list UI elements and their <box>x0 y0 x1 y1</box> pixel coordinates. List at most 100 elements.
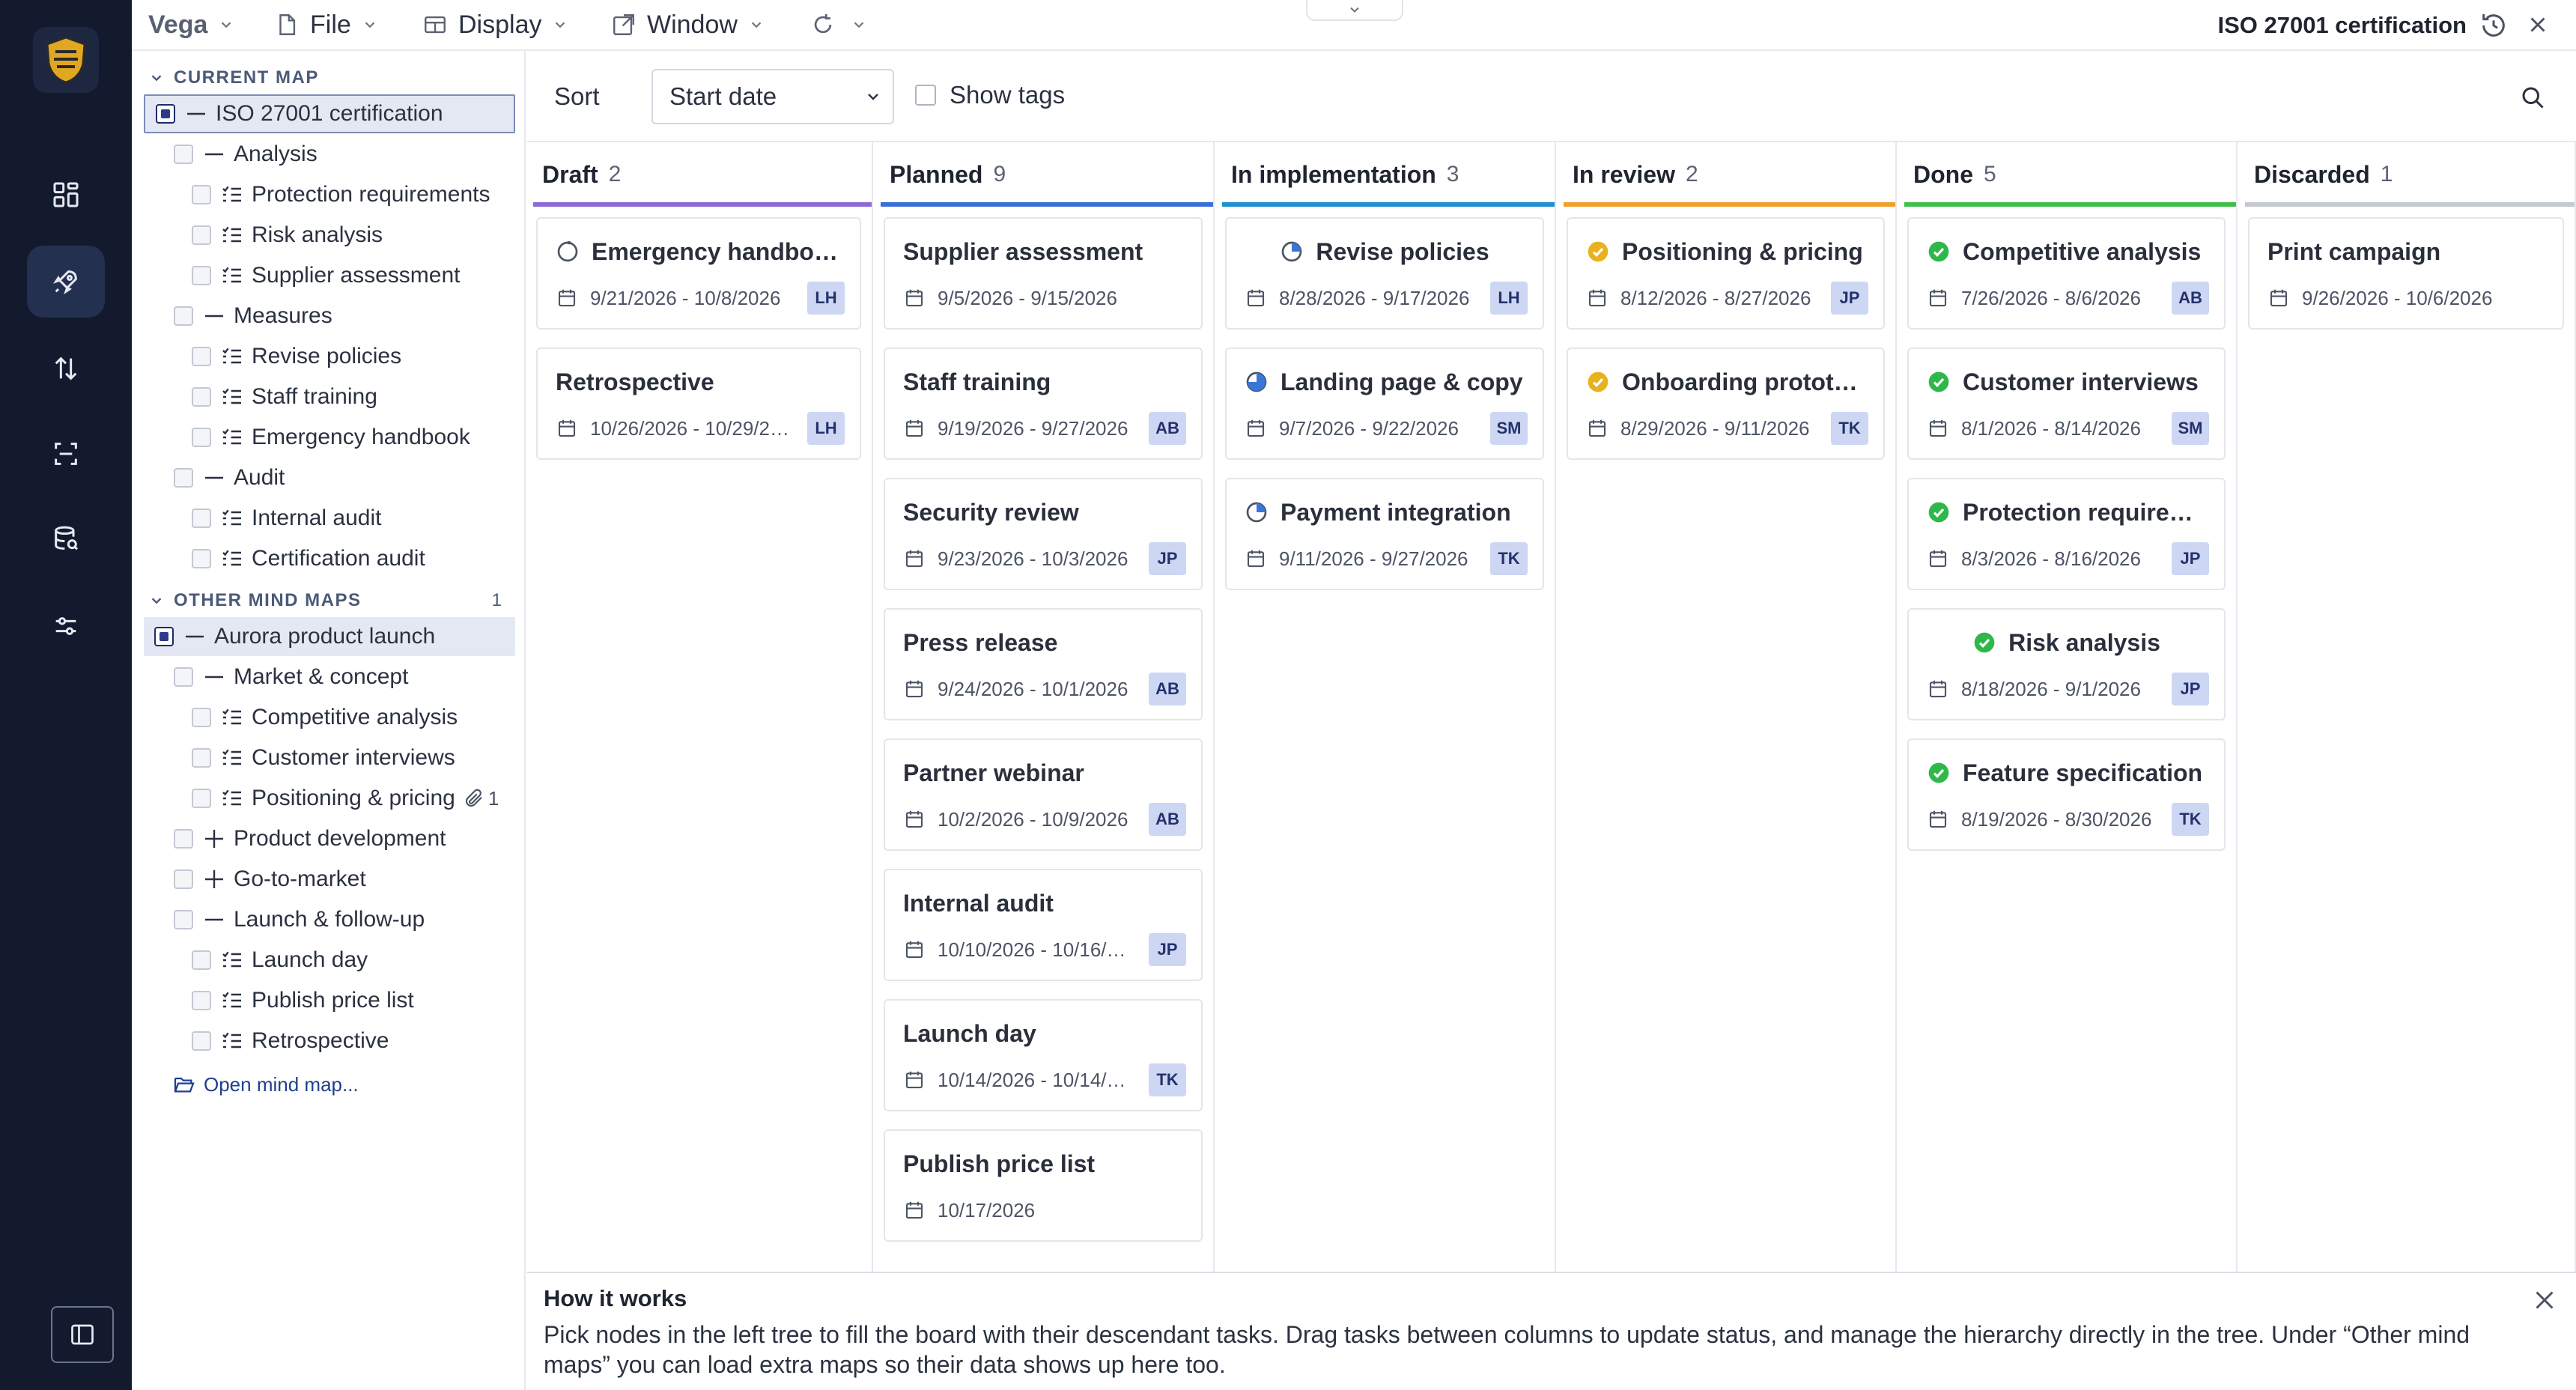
tree-node-launch-follow-up[interactable]: Launch & follow-up <box>174 900 425 939</box>
assignee-avatar[interactable]: JP <box>1831 282 1868 315</box>
assignee-avatar[interactable]: LH <box>1490 282 1528 315</box>
task-card[interactable]: Positioning & pricing 8/12/2026 - 8/27/20… <box>1567 217 1885 330</box>
tree-node-market-concept[interactable]: Market & concept <box>174 658 408 696</box>
node-checkbox[interactable] <box>174 667 193 687</box>
assignee-avatar[interactable]: AB <box>1149 673 1186 705</box>
task-card[interactable]: Retrospective 10/26/2026 - 10/29/2026 LH <box>536 348 861 460</box>
task-card[interactable]: Print campaign 9/26/2026 - 10/6/2026 <box>2248 217 2564 330</box>
task-card[interactable]: Publish price list 10/17/2026 <box>884 1129 1203 1242</box>
task-card[interactable]: Payment integration 9/11/2026 - 9/27/2026… <box>1225 478 1544 590</box>
task-card[interactable]: Protection requirements 8/3/2026 - 8/16/2… <box>1907 478 2226 590</box>
node-checkbox[interactable] <box>192 950 211 970</box>
assignee-avatar[interactable]: LH <box>807 412 845 445</box>
node-checkbox[interactable] <box>192 549 211 568</box>
task-card[interactable]: Launch day 10/14/2026 - 10/14/2026 TK <box>884 999 1203 1111</box>
assignee-avatar[interactable]: JP <box>2172 673 2209 705</box>
node-checkbox[interactable] <box>192 387 211 407</box>
node-checkbox[interactable] <box>192 509 211 528</box>
settings-nav-button[interactable] <box>27 590 105 662</box>
tree-task-internal-audit[interactable]: Internal audit <box>192 499 381 538</box>
tree-task-certification-audit[interactable]: Certification audit <box>192 539 425 578</box>
database-nav-button[interactable] <box>27 503 105 575</box>
tree-task-staff-training[interactable]: Staff training <box>192 377 377 416</box>
assignee-avatar[interactable]: TK <box>1831 412 1868 445</box>
node-checkbox[interactable] <box>174 468 193 488</box>
tree-task-publish-price-list[interactable]: Publish price list <box>192 981 414 1020</box>
node-checkbox[interactable] <box>154 627 174 646</box>
app-menu[interactable]: Vega <box>148 0 234 50</box>
show-tags-checkbox[interactable] <box>915 85 936 106</box>
tree-task-protection-requirements[interactable]: Protection requirements <box>192 175 490 214</box>
node-checkbox[interactable] <box>174 306 193 326</box>
task-card[interactable]: Risk analysis 8/18/2026 - 9/1/2026 JP <box>1907 608 2226 720</box>
node-checkbox[interactable] <box>192 225 211 245</box>
task-card[interactable]: Partner webinar 10/2/2026 - 10/9/2026 AB <box>884 738 1203 851</box>
assignee-avatar[interactable]: AB <box>2172 282 2209 315</box>
display-menu[interactable]: Display <box>422 0 568 50</box>
node-checkbox[interactable] <box>192 789 211 808</box>
paperclip-icon[interactable] <box>463 787 485 810</box>
assignee-avatar[interactable]: AB <box>1149 803 1186 836</box>
task-card[interactable]: Supplier assessment 9/5/2026 - 9/15/2026 <box>884 217 1203 330</box>
toolbar-expand-handle[interactable] <box>1306 0 1403 21</box>
tree-task-risk-analysis[interactable]: Risk analysis <box>192 216 383 255</box>
tree-root-aurora[interactable]: Aurora product launch <box>144 617 515 656</box>
assignee-avatar[interactable]: AB <box>1149 412 1186 445</box>
task-card[interactable]: Staff training 9/19/2026 - 9/27/2026 AB <box>884 348 1203 460</box>
tree-root-iso[interactable]: ISO 27001 certification <box>144 94 515 133</box>
tree-node-product-development[interactable]: Product development <box>174 819 446 858</box>
assignee-avatar[interactable]: SM <box>1490 412 1528 445</box>
tree-task-positioning-pricing[interactable]: Positioning & pricing 1 <box>192 779 499 818</box>
tree-task-launch-day[interactable]: Launch day <box>192 941 368 980</box>
window-menu[interactable]: Window <box>611 0 765 50</box>
close-icon[interactable] <box>2525 12 2551 37</box>
node-checkbox[interactable] <box>192 428 211 447</box>
tree-node-audit[interactable]: Audit <box>174 458 285 497</box>
tree-task-retrospective[interactable]: Retrospective <box>192 1022 389 1060</box>
tree-task-competitive-analysis[interactable]: Competitive analysis <box>192 698 458 737</box>
sync-menu[interactable] <box>810 0 867 50</box>
show-tags-toggle[interactable]: Show tags <box>915 81 1065 109</box>
assignee-avatar[interactable]: TK <box>2172 803 2209 836</box>
other-maps-section-toggle[interactable]: OTHER MIND MAPS <box>148 587 362 614</box>
search-icon[interactable] <box>2519 84 2546 111</box>
task-card[interactable]: Revise policies 8/28/2026 - 9/17/2026 LH <box>1225 217 1544 330</box>
node-checkbox[interactable] <box>192 1031 211 1051</box>
history-icon[interactable] <box>2479 10 2509 40</box>
open-mind-map-link[interactable]: Open mind map... <box>172 1072 359 1096</box>
node-checkbox[interactable] <box>156 104 175 124</box>
task-card[interactable]: Competitive analysis 7/26/2026 - 8/6/2026… <box>1907 217 2226 330</box>
tree-node-go-to-market[interactable]: Go-to-market <box>174 860 366 899</box>
node-checkbox[interactable] <box>174 829 193 849</box>
close-icon[interactable] <box>2531 1287 2558 1314</box>
node-checkbox[interactable] <box>192 748 211 768</box>
assignee-avatar[interactable]: LH <box>807 282 845 315</box>
tree-node-analysis[interactable]: Analysis <box>174 135 318 174</box>
task-card[interactable]: Security review 9/23/2026 - 10/3/2026 JP <box>884 478 1203 590</box>
node-checkbox[interactable] <box>192 266 211 285</box>
tree-task-revise-policies[interactable]: Revise policies <box>192 337 401 376</box>
assignee-avatar[interactable]: TK <box>1149 1063 1186 1096</box>
assignee-avatar[interactable]: JP <box>1149 542 1186 575</box>
node-checkbox[interactable] <box>174 910 193 929</box>
node-checkbox[interactable] <box>174 869 193 889</box>
tree-task-customer-interviews[interactable]: Customer interviews <box>192 738 455 777</box>
task-card[interactable]: Customer interviews 8/1/2026 - 8/14/2026 S… <box>1907 348 2226 460</box>
toggle-sidebar-button[interactable] <box>51 1306 114 1363</box>
node-checkbox[interactable] <box>192 185 211 204</box>
task-card[interactable]: Press release 9/24/2026 - 10/1/2026 AB <box>884 608 1203 720</box>
dashboard-nav-button[interactable] <box>27 159 105 231</box>
node-checkbox[interactable] <box>174 145 193 164</box>
task-card[interactable]: Onboarding prototype 8/29/2026 - 9/11/202… <box>1567 348 1885 460</box>
task-card[interactable]: Feature specification 8/19/2026 - 8/30/20… <box>1907 738 2226 851</box>
launch-nav-button[interactable] <box>27 246 105 318</box>
tree-node-measures[interactable]: Measures <box>174 297 332 336</box>
current-map-section-toggle[interactable]: CURRENT MAP <box>148 64 319 91</box>
node-checkbox[interactable] <box>192 347 211 366</box>
task-card[interactable]: Internal audit 10/10/2026 - 10/16/2026 JP <box>884 869 1203 981</box>
sort-nav-button[interactable] <box>27 333 105 404</box>
node-checkbox[interactable] <box>192 708 211 727</box>
assignee-avatar[interactable]: SM <box>2172 412 2209 445</box>
task-card[interactable]: Landing page & copy 9/7/2026 - 9/22/2026 S… <box>1225 348 1544 460</box>
tree-task-supplier-assessment[interactable]: Supplier assessment <box>192 256 460 295</box>
